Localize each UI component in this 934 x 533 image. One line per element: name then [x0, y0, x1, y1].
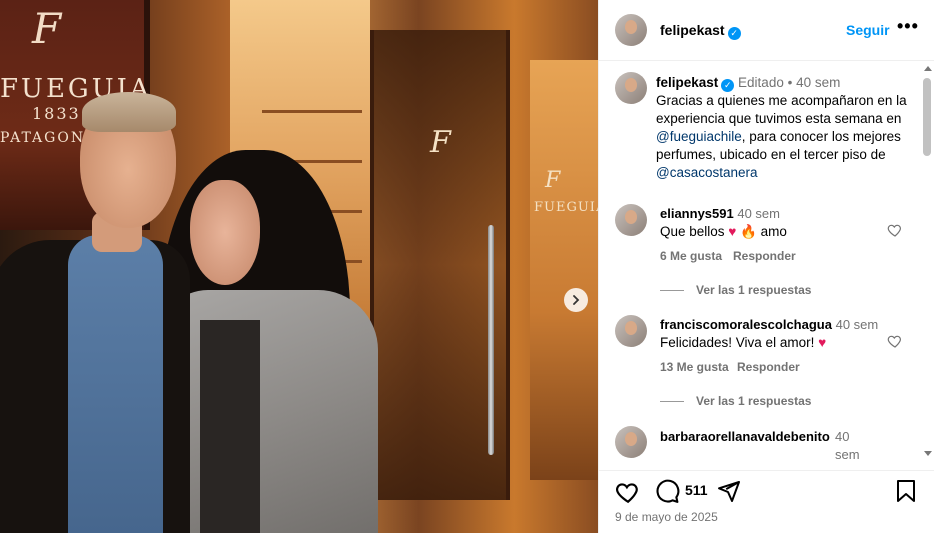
- heart-emoji-icon: ♥: [728, 224, 737, 239]
- avatar[interactable]: [615, 426, 647, 458]
- shop-wall: [530, 60, 598, 480]
- door-logo: F: [430, 125, 451, 160]
- view-replies-button[interactable]: Ver las 1 respuestas: [660, 394, 811, 408]
- door-handle: [488, 225, 494, 455]
- follow-button[interactable]: Seguir: [846, 22, 890, 38]
- comment-text: Felicidades! Viva el amor! ♥: [660, 335, 827, 350]
- likes-count[interactable]: 511: [685, 482, 708, 498]
- caption-username[interactable]: felipekast: [656, 75, 718, 90]
- wall-brand: FUEGUIA: [534, 200, 598, 215]
- comment-time[interactable]: 40 sem: [737, 206, 780, 221]
- comment-time[interactable]: 40 sem: [836, 317, 879, 332]
- man-shirt: [68, 235, 163, 533]
- chevron-right-icon: [573, 295, 580, 305]
- heart-icon[interactable]: [615, 479, 641, 505]
- woman-face: [190, 180, 260, 285]
- replies-divider: [660, 290, 684, 292]
- mention-link[interactable]: @fueguiachile: [656, 129, 742, 144]
- edited-label: Editado: [738, 75, 784, 90]
- sign-logo: F: [32, 4, 62, 53]
- verified-badge-icon: ✓: [727, 27, 741, 40]
- post-actions-bar: 511: [599, 470, 934, 510]
- caption-time[interactable]: 40 sem: [796, 75, 840, 90]
- mention-link[interactable]: @casacostanera: [656, 165, 758, 180]
- carousel-next-button[interactable]: [564, 288, 588, 312]
- author-username[interactable]: felipekast ✓: [660, 22, 741, 40]
- shelf: [262, 110, 362, 113]
- scroll-up-arrow-icon[interactable]: [924, 66, 932, 71]
- comment-icon[interactable]: [655, 479, 680, 504]
- reply-button[interactable]: Responder: [737, 360, 800, 374]
- meta-separator: •: [787, 75, 793, 90]
- fire-emoji-icon: 🔥: [740, 224, 757, 239]
- comment-likes[interactable]: 13 Me gusta: [660, 360, 729, 374]
- heart-emoji-icon: ♥: [818, 335, 827, 350]
- comments-scroll-area[interactable]: felipekast ✓ Editado • 40 sem Gracias a q…: [599, 62, 934, 460]
- comment-likes[interactable]: 6 Me gusta: [660, 249, 722, 263]
- scroll-down-arrow-icon[interactable]: [924, 451, 932, 456]
- man-hair: [82, 92, 176, 132]
- avatar[interactable]: [615, 315, 647, 347]
- username-text[interactable]: felipekast: [660, 22, 725, 38]
- avatar[interactable]: [615, 72, 647, 104]
- post-details-panel: felipekast ✓ Seguir ••• felipekast ✓ Edita…: [598, 0, 934, 533]
- like-comment-icon[interactable]: [887, 222, 903, 238]
- post-caption: felipekast ✓ Editado • 40 sem Gracias a q…: [656, 74, 911, 182]
- woman-top: [200, 320, 260, 533]
- post-header: felipekast ✓ Seguir •••: [599, 0, 934, 61]
- send-icon[interactable]: [717, 479, 741, 503]
- more-options-button[interactable]: •••: [897, 16, 919, 37]
- scrollbar-thumb[interactable]: [923, 78, 931, 156]
- reply-button[interactable]: Responder: [733, 249, 796, 263]
- bookmark-icon[interactable]: [895, 479, 917, 503]
- comment-text: Que bellos ♥ 🔥 amo: [660, 224, 787, 239]
- comment-username[interactable]: franciscomoralescolchagua 40 sem: [660, 317, 878, 332]
- verified-badge-icon: ✓: [721, 79, 735, 92]
- like-comment-icon[interactable]: [887, 333, 903, 349]
- post-photo: F F FUEGUIA F FUEGUIA 1833 PATAGONI: [0, 0, 598, 533]
- avatar[interactable]: [615, 14, 647, 46]
- wall-logo: F: [545, 168, 561, 193]
- woman-coat: [158, 290, 378, 533]
- view-replies-button[interactable]: Ver las 1 respuestas: [660, 283, 811, 297]
- comment-username[interactable]: eliannys591 40 sem: [660, 206, 780, 221]
- comment-time[interactable]: 40 sem: [835, 428, 865, 460]
- sign-place: PATAGONI: [0, 130, 93, 146]
- post-date[interactable]: 9 de mayo de 2025: [615, 510, 718, 524]
- caption-text: Gracias a quienes me acompañaron en la e…: [656, 93, 907, 126]
- avatar[interactable]: [615, 204, 647, 236]
- comment-username[interactable]: barbaraorellanavaldebenito: [660, 428, 840, 446]
- sign-year: 1833: [32, 104, 81, 123]
- replies-divider: [660, 401, 684, 403]
